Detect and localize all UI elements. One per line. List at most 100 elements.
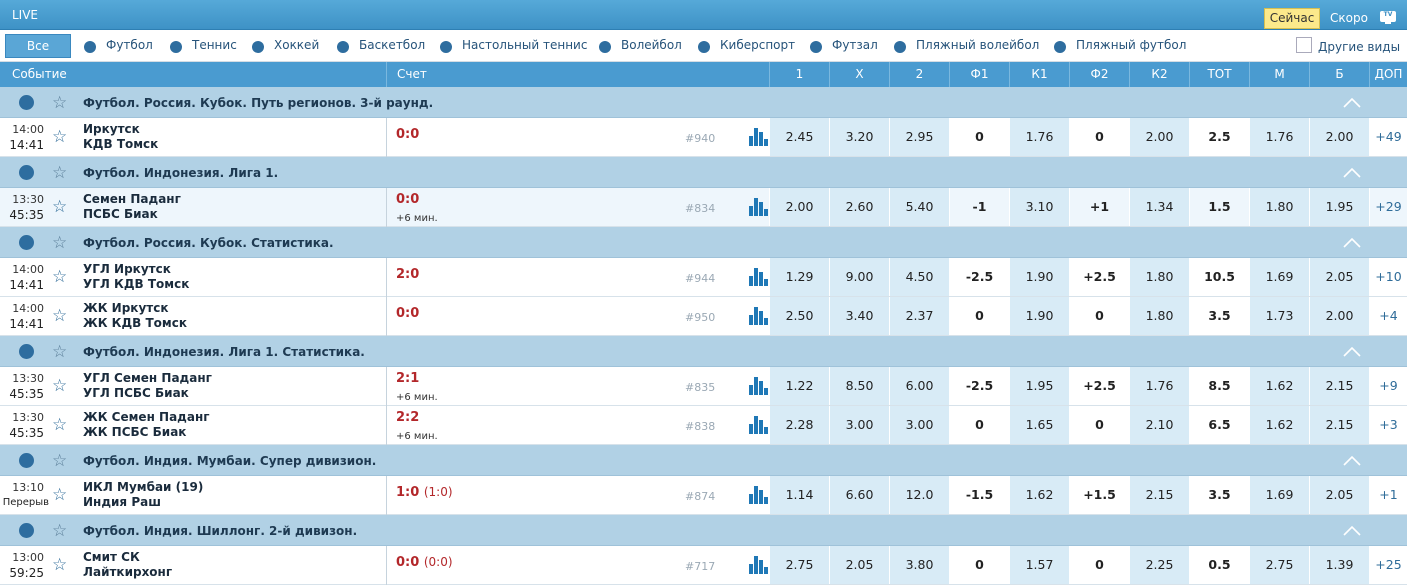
all-sports-button[interactable]: Все <box>5 34 71 58</box>
odds-cell[interactable]: 1.90 <box>1009 297 1069 335</box>
odds-cell[interactable]: 1.62 <box>1249 406 1309 444</box>
home-team[interactable]: УГЛ Иркутск <box>83 262 171 276</box>
favorite-star-icon[interactable]: ☆ <box>52 451 67 471</box>
favorite-star-icon[interactable]: ☆ <box>52 555 67 575</box>
odds-cell[interactable]: 1.65 <box>1009 406 1069 444</box>
collapse-chevron-icon[interactable] <box>1343 168 1361 178</box>
collapse-chevron-icon[interactable] <box>1343 456 1361 466</box>
odds-cell[interactable]: +25 <box>1369 546 1407 584</box>
favorite-star-icon[interactable]: ☆ <box>52 163 67 183</box>
other-sports-checkbox[interactable] <box>1296 37 1312 53</box>
other-sports-label[interactable]: Другие виды <box>1318 40 1400 54</box>
odds-cell[interactable]: 2.15 <box>1129 476 1189 514</box>
odds-cell[interactable]: 2.75 <box>769 546 829 584</box>
odds-cell[interactable]: 2.05 <box>1309 258 1369 296</box>
odds-cell[interactable]: 12.0 <box>889 476 949 514</box>
league-group-header[interactable]: ☆ Футбол. Индонезия. Лига 1. <box>0 157 1407 188</box>
statistics-icon[interactable] <box>749 377 768 395</box>
favorite-star-icon[interactable]: ☆ <box>52 342 67 362</box>
odds-cell[interactable]: 0 <box>1069 546 1129 584</box>
odds-cell[interactable]: +2.5 <box>1069 367 1129 405</box>
home-team[interactable]: ЖК Иркутск <box>83 301 169 315</box>
sport-tab-8[interactable]: Футзал <box>810 38 878 54</box>
odds-cell[interactable]: +49 <box>1369 118 1407 156</box>
odds-cell[interactable]: 1.34 <box>1129 188 1189 226</box>
odds-cell[interactable]: 1.95 <box>1009 367 1069 405</box>
odds-cell[interactable]: 0 <box>1069 297 1129 335</box>
away-team[interactable]: Индия Раш <box>83 495 161 509</box>
odds-cell[interactable]: -2.5 <box>949 258 1009 296</box>
odds-cell[interactable]: 1.57 <box>1009 546 1069 584</box>
away-team[interactable]: Лайткирхонг <box>83 565 172 579</box>
collapse-chevron-icon[interactable] <box>1343 98 1361 108</box>
home-team[interactable]: ИКЛ Мумбаи (19) <box>83 480 203 494</box>
odds-cell[interactable]: +3 <box>1369 406 1407 444</box>
odds-cell[interactable]: 6.5 <box>1189 406 1249 444</box>
odds-cell[interactable]: 0 <box>1069 118 1129 156</box>
odds-cell[interactable]: 1.62 <box>1249 367 1309 405</box>
odds-cell[interactable]: 2.10 <box>1129 406 1189 444</box>
favorite-star-icon[interactable]: ☆ <box>52 267 67 287</box>
odds-cell[interactable]: 2.5 <box>1189 118 1249 156</box>
statistics-icon[interactable] <box>749 486 768 504</box>
statistics-icon[interactable] <box>749 128 768 146</box>
favorite-star-icon[interactable]: ☆ <box>52 485 67 505</box>
event-row[interactable]: 13:30 45:35 ☆ УГЛ Семен Паданг УГЛ ПСБС Биак… <box>0 367 1407 406</box>
odds-cell[interactable]: 2.25 <box>1129 546 1189 584</box>
odds-cell[interactable]: +9 <box>1369 367 1407 405</box>
event-row[interactable]: 13:10 Перерыв ☆ ИКЛ Мумбаи (19) Индия Раш 1:0… <box>0 476 1407 515</box>
odds-cell[interactable]: 1.80 <box>1129 258 1189 296</box>
odds-cell[interactable]: 0 <box>1069 406 1129 444</box>
odds-cell[interactable]: 1.80 <box>1129 297 1189 335</box>
league-group-header[interactable]: ☆ Футбол. Индия. Шиллонг. 2-й дивизон. <box>0 515 1407 546</box>
odds-cell[interactable]: 1.39 <box>1309 546 1369 584</box>
event-row[interactable]: 13:30 45:35 ☆ Семен Паданг ПСБС Биак 0:0 +6 м… <box>0 188 1407 227</box>
odds-cell[interactable]: 1.76 <box>1129 367 1189 405</box>
odds-cell[interactable]: 1.62 <box>1009 476 1069 514</box>
odds-cell[interactable]: 2.95 <box>889 118 949 156</box>
odds-cell[interactable]: 1.5 <box>1189 188 1249 226</box>
collapse-chevron-icon[interactable] <box>1343 347 1361 357</box>
favorite-star-icon[interactable]: ☆ <box>52 127 67 147</box>
odds-cell[interactable]: 2.00 <box>769 188 829 226</box>
odds-cell[interactable]: 1.69 <box>1249 258 1309 296</box>
odds-cell[interactable]: 3.40 <box>829 297 889 335</box>
odds-cell[interactable]: +1 <box>1369 476 1407 514</box>
odds-cell[interactable]: 9.00 <box>829 258 889 296</box>
tv-icon[interactable]: TV <box>1380 11 1396 24</box>
event-row[interactable]: 14:00 14:41 ☆ Иркутск КДВ Томск 0:0 #940 2.45 3… <box>0 118 1407 157</box>
odds-cell[interactable]: 2.05 <box>1309 476 1369 514</box>
odds-cell[interactable]: 3.5 <box>1189 297 1249 335</box>
odds-cell[interactable]: 6.60 <box>829 476 889 514</box>
odds-cell[interactable]: 0 <box>949 297 1009 335</box>
collapse-chevron-icon[interactable] <box>1343 238 1361 248</box>
odds-cell[interactable]: 3.5 <box>1189 476 1249 514</box>
odds-cell[interactable]: 1.29 <box>769 258 829 296</box>
event-row[interactable]: 14:00 14:41 ☆ ЖК Иркутск ЖК КДВ Томск 0:0 #95… <box>0 297 1407 336</box>
statistics-icon[interactable] <box>749 556 768 574</box>
odds-cell[interactable]: 3.20 <box>829 118 889 156</box>
odds-cell[interactable]: 2.37 <box>889 297 949 335</box>
statistics-icon[interactable] <box>749 268 768 286</box>
favorite-star-icon[interactable]: ☆ <box>52 233 67 253</box>
odds-cell[interactable]: 1.22 <box>769 367 829 405</box>
odds-cell[interactable]: 2.15 <box>1309 367 1369 405</box>
col-event[interactable]: Событие <box>0 62 386 87</box>
odds-cell[interactable]: 2.00 <box>1309 297 1369 335</box>
odds-cell[interactable]: 2.60 <box>829 188 889 226</box>
away-team[interactable]: ПСБС Биак <box>83 207 158 221</box>
odds-cell[interactable]: 2.50 <box>769 297 829 335</box>
odds-cell[interactable]: 5.40 <box>889 188 949 226</box>
odds-cell[interactable]: 1.14 <box>769 476 829 514</box>
odds-cell[interactable]: 3.00 <box>829 406 889 444</box>
odds-cell[interactable]: +1.5 <box>1069 476 1129 514</box>
sport-tab-3[interactable]: Хоккей <box>252 38 319 54</box>
league-group-header[interactable]: ☆ Футбол. Индия. Мумбаи. Супер дивизион. <box>0 445 1407 476</box>
home-team[interactable]: УГЛ Семен Паданг <box>83 371 212 385</box>
favorite-star-icon[interactable]: ☆ <box>52 521 67 541</box>
favorite-star-icon[interactable]: ☆ <box>52 376 67 396</box>
favorite-star-icon[interactable]: ☆ <box>52 306 67 326</box>
odds-cell[interactable]: 1.73 <box>1249 297 1309 335</box>
odds-cell[interactable]: 3.80 <box>889 546 949 584</box>
odds-cell[interactable]: 1.95 <box>1309 188 1369 226</box>
